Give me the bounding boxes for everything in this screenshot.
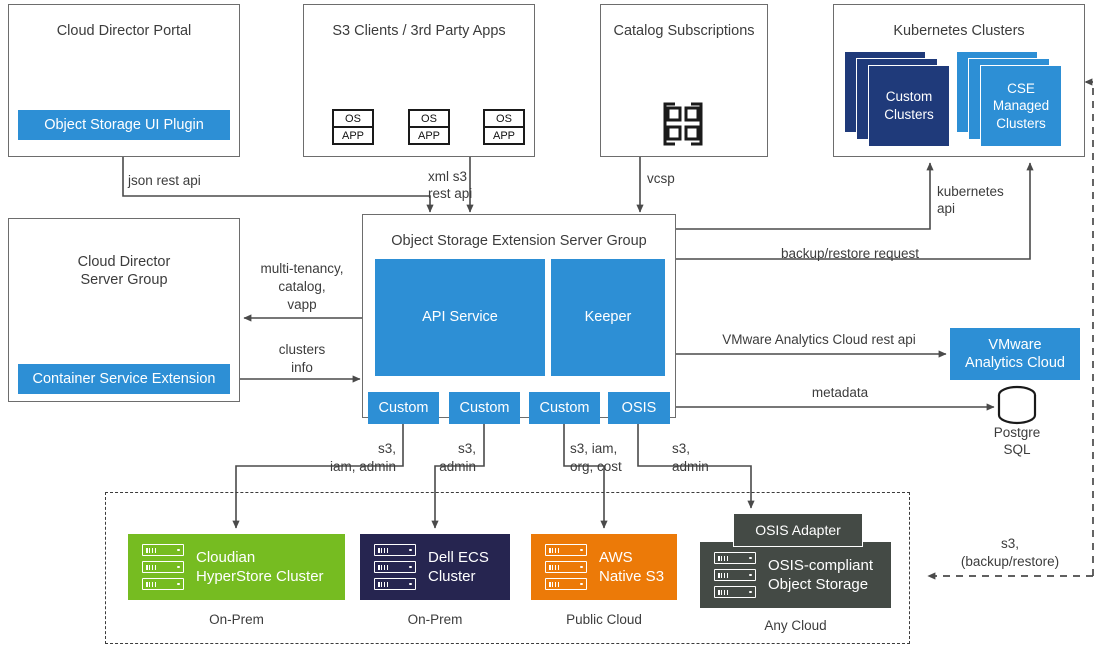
architecture-diagram: Cloud Director Portal Object Storage UI … bbox=[0, 0, 1110, 652]
server-rack-icon bbox=[545, 544, 587, 590]
container-service-extension[interactable]: Container Service Extension bbox=[18, 364, 230, 394]
edge-label-multi-tenancy-line1: multi-tenancy, bbox=[260, 261, 344, 276]
storage-target-dell-ecs[interactable]: Dell ECS Cluster bbox=[360, 534, 510, 600]
os-app-icon: OS APP bbox=[483, 109, 525, 145]
server-group-title: Object Storage Extension Server Group bbox=[391, 233, 647, 249]
edge-label-multi-tenancy-line2: catalog, bbox=[278, 279, 326, 294]
storage-target-cloudian-line1: Cloudian bbox=[196, 548, 256, 566]
storage-target-aws-line2: Native S3 bbox=[599, 568, 665, 585]
postgresql-label-line2: SQL bbox=[1003, 442, 1031, 457]
edge-label-s3-backup-line1: s3, bbox=[1000, 536, 1019, 551]
vmware-analytics-cloud-line1: VMware bbox=[988, 336, 1042, 353]
storage-target-dell-ecs-line1: Dell ECS bbox=[428, 548, 489, 566]
storage-target-cloudian-caption: On-Prem bbox=[209, 612, 264, 627]
storage-target-cloudian-line2: HyperStore Cluster bbox=[196, 568, 324, 585]
cse-label-line1: CSE bbox=[1007, 80, 1035, 96]
s3-clients-title: S3 Clients / 3rd Party Apps bbox=[332, 23, 506, 39]
cloud-director-server-group-title-line2: Server Group bbox=[80, 272, 168, 288]
keeper-service[interactable]: Keeper bbox=[551, 259, 665, 376]
postgresql-database-icon bbox=[997, 385, 1037, 425]
postgresql-label-line1: Postgre bbox=[993, 425, 1041, 440]
storage-target-aws-caption: Public Cloud bbox=[566, 612, 642, 627]
storage-target-osis-line1: OSIS-compliant bbox=[768, 556, 874, 574]
server-rack-icon bbox=[374, 544, 416, 590]
cse-label-line3: Clusters bbox=[996, 115, 1046, 131]
os-app-icon-bottom: APP bbox=[492, 129, 515, 142]
edge-label-adapter1-line1: s3, bbox=[377, 441, 396, 456]
catalog-subscriptions-title: Catalog Subscriptions bbox=[613, 23, 755, 39]
os-app-icon: OS APP bbox=[332, 109, 374, 145]
custom-clusters-label-line1: Custom bbox=[885, 89, 933, 105]
edge-label-json-rest-api: json rest api bbox=[128, 173, 201, 188]
custom-clusters-card[interactable]: Custom Clusters bbox=[868, 65, 950, 147]
storage-target-aws[interactable]: AWS Native S3 bbox=[531, 534, 677, 600]
server-rack-icon bbox=[714, 552, 756, 598]
vmware-analytics-cloud[interactable]: VMware Analytics Cloud bbox=[950, 328, 1080, 380]
api-service[interactable]: API Service bbox=[375, 259, 545, 376]
adapter-custom-3[interactable]: Custom bbox=[529, 392, 600, 424]
edge-label-kubernetes-api-line1: kubernetes bbox=[937, 184, 1004, 199]
edge-label-adapter2-line2: admin bbox=[439, 459, 476, 474]
os-app-icon-top: OS bbox=[485, 111, 523, 128]
storage-target-dell-ecs-line2: Cluster bbox=[428, 568, 476, 585]
edge-label-backup-restore-request: backup/restore request bbox=[780, 246, 920, 261]
adapter-custom-2[interactable]: Custom bbox=[449, 392, 520, 424]
edge-label-clusters-info-line2: info bbox=[291, 360, 313, 375]
edge-label-adapter4-line1: s3, bbox=[672, 441, 691, 456]
kubernetes-clusters-title: Kubernetes Clusters bbox=[893, 23, 1025, 39]
edge-label-metadata: metadata bbox=[811, 385, 869, 400]
server-rack-icon bbox=[142, 544, 184, 590]
os-app-icon-top: OS bbox=[410, 111, 448, 128]
storage-target-cloudian[interactable]: Cloudian HyperStore Cluster bbox=[128, 534, 345, 600]
edge-label-xml-s3-line2: rest api bbox=[428, 186, 473, 201]
edge-label-xml-s3-line1: xml s3 bbox=[428, 169, 468, 184]
edge-label-vmware-analytics-rest-api: VMware Analytics Cloud rest api bbox=[722, 332, 916, 347]
cse-managed-clusters-card[interactable]: CSE Managed Clusters bbox=[980, 65, 1062, 147]
edge-label-multi-tenancy-line3: vapp bbox=[287, 297, 317, 312]
storage-target-osis[interactable]: OSIS-compliant Object Storage bbox=[700, 542, 891, 608]
edge-label-adapter4-line2: admin bbox=[672, 459, 709, 474]
edge-label-clusters-info-line1: clusters bbox=[278, 342, 326, 357]
storage-target-aws-line1: AWS bbox=[599, 548, 633, 566]
edge-label-kubernetes-api-line2: api bbox=[937, 201, 956, 216]
osis-adapter[interactable]: OSIS Adapter bbox=[733, 513, 863, 547]
edge-label-s3-backup-line2: (backup/restore) bbox=[960, 554, 1060, 569]
edge-label-vcsp: vcsp bbox=[647, 171, 675, 186]
cloud-director-portal-title: Cloud Director Portal bbox=[56, 23, 192, 39]
storage-target-osis-line2: Object Storage bbox=[768, 576, 869, 593]
catalog-grid-icon bbox=[663, 102, 703, 146]
os-app-icon-bottom: APP bbox=[417, 129, 440, 142]
edge-label-adapter3-line2: org, cost bbox=[570, 459, 622, 474]
vmware-analytics-cloud-line2: Analytics Cloud bbox=[965, 355, 1065, 371]
custom-clusters-label-line2: Clusters bbox=[884, 107, 934, 122]
adapter-osis[interactable]: OSIS bbox=[608, 392, 670, 424]
object-storage-ui-plugin[interactable]: Object Storage UI Plugin bbox=[18, 110, 230, 140]
storage-target-osis-caption: Any Cloud bbox=[764, 618, 827, 633]
cloud-director-server-group-title-line1: Cloud Director bbox=[77, 254, 171, 270]
os-app-icon-bottom: APP bbox=[341, 129, 364, 142]
edge-label-adapter3-line1: s3, iam, bbox=[570, 441, 618, 456]
edge-label-adapter1-line2: iam, admin bbox=[329, 459, 396, 474]
edge-label-adapter2-line1: s3, bbox=[457, 441, 476, 456]
os-app-icon: OS APP bbox=[408, 109, 450, 145]
os-app-icon-top: OS bbox=[334, 111, 372, 128]
cse-label-line2: Managed bbox=[992, 98, 1050, 114]
storage-target-dell-ecs-caption: On-Prem bbox=[407, 612, 463, 627]
adapter-custom-1[interactable]: Custom bbox=[368, 392, 439, 424]
